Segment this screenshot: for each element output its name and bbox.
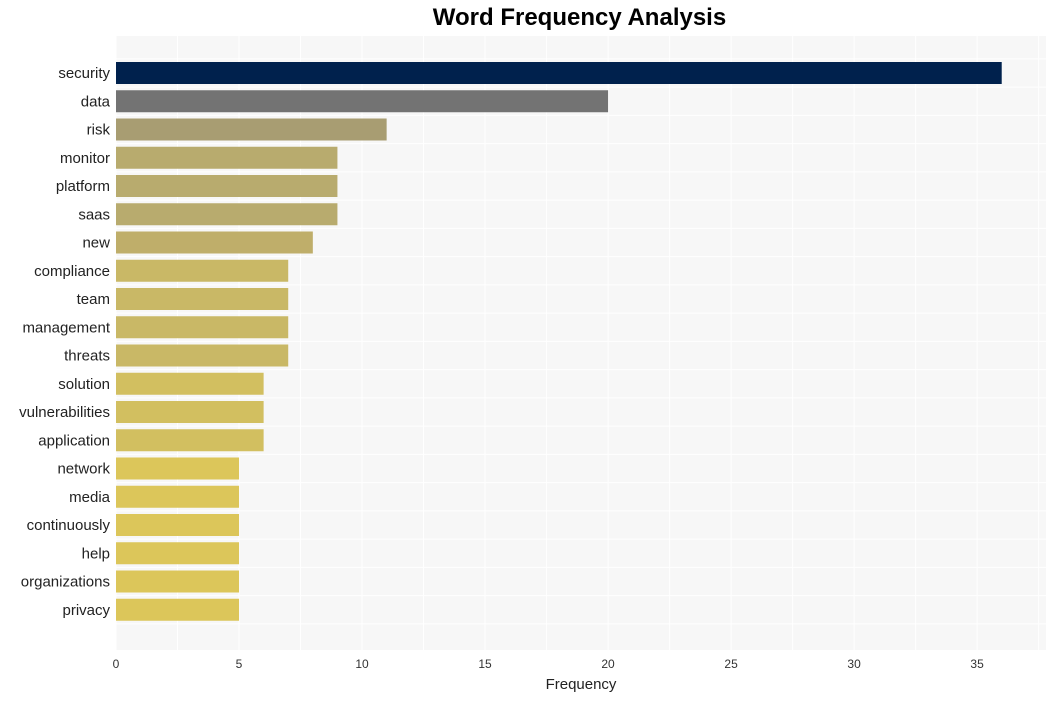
bar-help <box>116 542 240 565</box>
bar-team <box>116 288 289 310</box>
x-tick-label: 0 <box>113 657 120 671</box>
x-tick-label: 15 <box>478 657 492 671</box>
bar-new <box>116 231 313 254</box>
category-label-vulnerabilities: vulnerabilities <box>19 404 110 421</box>
category-label-saas: saas <box>78 206 110 223</box>
x-tick-label: 35 <box>970 657 984 671</box>
bar-solution <box>116 372 264 395</box>
category-label-risk: risk <box>87 122 111 139</box>
bar-organizations <box>116 570 240 593</box>
bar-network <box>116 457 240 480</box>
bar-vulnerabilities <box>116 401 264 423</box>
bar-chart: security data risk monitor platform saas new co… <box>19 36 1046 693</box>
x-tick-label: 30 <box>847 657 861 671</box>
bar-management <box>116 316 289 339</box>
bar-application <box>116 429 264 452</box>
category-label-continuously: continuously <box>27 517 111 534</box>
category-label-media: media <box>69 489 111 506</box>
x-tick-labels: 0 5 10 15 20 25 30 35 <box>113 657 984 671</box>
category-label-platform: platform <box>56 178 110 195</box>
category-label-help: help <box>82 545 110 562</box>
category-label-compliance: compliance <box>34 263 110 280</box>
bar-privacy <box>116 598 240 621</box>
x-axis-label: Frequency <box>546 676 617 693</box>
bar-monitor <box>116 146 338 169</box>
bar-media <box>116 485 240 508</box>
bar-threats <box>116 344 289 367</box>
category-label-new: new <box>82 235 110 252</box>
bar-compliance <box>116 259 289 282</box>
category-label-threats: threats <box>64 348 110 365</box>
category-label-network: network <box>57 461 110 478</box>
bar-saas <box>116 203 338 226</box>
category-label-application: application <box>38 432 110 449</box>
x-tick-label: 5 <box>236 657 243 671</box>
category-label-monitor: monitor <box>60 150 110 167</box>
category-label-management: management <box>22 319 110 336</box>
category-label-organizations: organizations <box>21 574 110 591</box>
category-label-data: data <box>81 93 111 110</box>
bar-risk <box>116 118 387 141</box>
bar-data <box>116 90 609 113</box>
category-label-privacy: privacy <box>62 602 110 619</box>
category-label-team: team <box>77 291 110 308</box>
category-label-solution: solution <box>58 376 110 393</box>
bar-security <box>116 62 1002 84</box>
bar-platform <box>116 175 338 197</box>
category-label-security: security <box>58 65 110 82</box>
bar-continuously <box>116 514 240 536</box>
x-tick-label: 20 <box>601 657 615 671</box>
x-tick-label: 25 <box>724 657 738 671</box>
x-tick-label: 10 <box>355 657 369 671</box>
category-labels: security data risk monitor platform saas new co… <box>19 65 111 619</box>
